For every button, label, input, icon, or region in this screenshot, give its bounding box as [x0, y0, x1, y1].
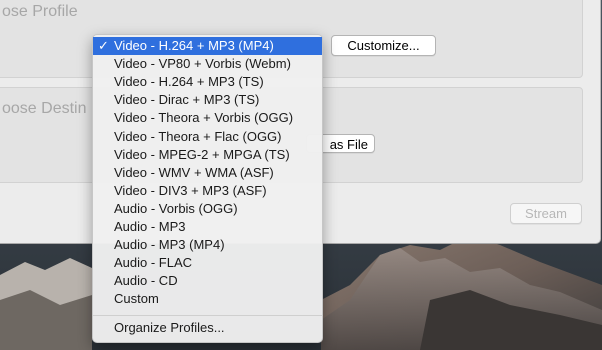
customize-button[interactable]: Customize... [331, 35, 436, 56]
menu-item-label: Organize Profiles... [114, 320, 225, 335]
profile-popup-menu: ✓ Video - H.264 + MP3 (MP4) Video - VP80 +… [92, 34, 323, 343]
profile-section-title: ose Profile [2, 3, 78, 20]
menu-item[interactable]: Audio - CD [93, 272, 322, 290]
menu-item[interactable]: Video - WMV + WMA (ASF) [93, 164, 322, 182]
menu-item[interactable]: Video - VP80 + Vorbis (Webm) [93, 55, 322, 73]
menu-item[interactable]: Custom [93, 290, 322, 308]
menu-item[interactable]: Video - MPEG-2 + MPGA (TS) [93, 146, 322, 164]
menu-item-label: Video - Theora + Flac (OGG) [114, 128, 282, 144]
menu-item-label: Video - VP80 + Vorbis (Webm) [114, 56, 291, 72]
menu-item-label: Audio - CD [114, 273, 178, 289]
menu-item[interactable]: Video - H.264 + MP3 (TS) [93, 73, 322, 91]
menu-item-label: Video - MPEG-2 + MPGA (TS) [114, 146, 290, 162]
menu-item[interactable]: Audio - Vorbis (OGG) [93, 200, 322, 218]
menu-item-label: Audio - MP3 (MP4) [114, 237, 225, 253]
checkmark-icon: ✓ [98, 38, 109, 53]
menu-item[interactable]: ✓ Video - H.264 + MP3 (MP4) [93, 37, 322, 55]
menu-item-label: Video - DIV3 + MP3 (ASF) [114, 182, 267, 198]
menu-item[interactable]: Video - DIV3 + MP3 (ASF) [93, 182, 322, 200]
menu-item-label: Video - H.264 + MP3 (MP4) [114, 38, 274, 53]
menu-item-label: Audio - FLAC [114, 255, 193, 271]
menu-item[interactable]: Video - Dirac + MP3 (TS) [93, 91, 322, 109]
menu-item-organize-profiles[interactable]: Organize Profiles... [93, 319, 322, 337]
menu-item-label: Video - Dirac + MP3 (TS) [114, 92, 260, 108]
menu-item-label: Video - H.264 + MP3 (TS) [114, 74, 264, 90]
menu-item-label: Audio - MP3 [114, 219, 186, 234]
menu-item[interactable]: Video - Theora + Flac (OGG) [93, 128, 322, 146]
menu-separator [93, 315, 322, 316]
menu-item[interactable]: Video - Theora + Vorbis (OGG) [93, 109, 322, 127]
menu-item[interactable]: Audio - MP3 [93, 218, 322, 236]
menu-item[interactable]: Audio - FLAC [93, 254, 322, 272]
stream-button[interactable]: Stream [510, 203, 582, 224]
menu-item[interactable]: Audio - MP3 (MP4) [93, 236, 322, 254]
menu-item-label: Custom [114, 291, 159, 307]
menu-item-label: Video - WMV + WMA (ASF) [114, 164, 274, 180]
menu-item-label: Video - Theora + Vorbis (OGG) [114, 110, 294, 126]
destination-section-title: oose Destin [2, 100, 87, 117]
menu-item-label: Audio - Vorbis (OGG) [114, 200, 238, 216]
